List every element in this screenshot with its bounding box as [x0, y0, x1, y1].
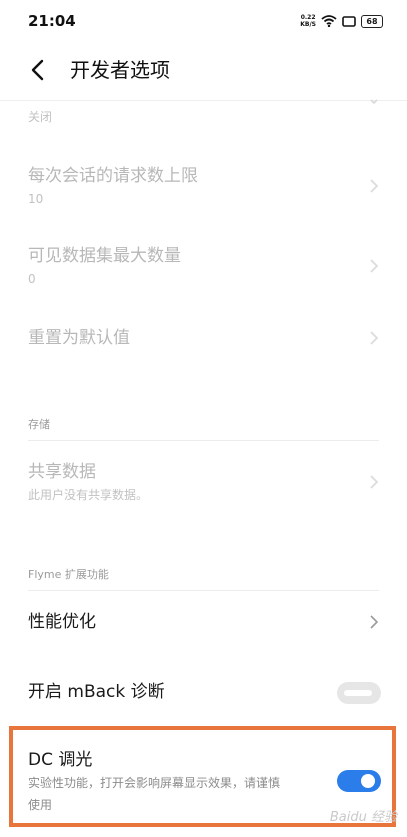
back-arrow-icon[interactable] — [24, 56, 52, 84]
mback-toggle[interactable] — [337, 682, 381, 704]
settings-item-performance[interactable]: 性能优化 — [0, 600, 407, 650]
section-label-flyme: Flyme 扩展功能 — [28, 568, 109, 581]
item-title: 共享数据 — [28, 462, 96, 482]
item-title: 性能优化 — [28, 612, 96, 632]
battery-icon: 68 — [361, 14, 383, 28]
settings-item-reset-defaults[interactable]: 重置为默认值 — [0, 326, 407, 386]
divider — [28, 590, 379, 591]
screen-icon — [342, 15, 356, 27]
chevron-right-icon — [370, 179, 379, 193]
section-label-storage: 存储 — [28, 418, 50, 431]
chevron-right-icon — [370, 475, 379, 489]
divider — [28, 440, 379, 441]
settings-item-shared-data[interactable]: 共享数据 此用户没有共享数据。 — [0, 456, 407, 526]
toggle-knob — [344, 690, 372, 696]
item-subtitle: 关闭 — [28, 110, 53, 124]
status-icons: 0.22 KB/S 68 — [300, 12, 383, 30]
page-title: 开发者选项 — [70, 58, 170, 82]
chevron-right-icon — [370, 615, 379, 629]
network-speed: 0.22 KB/S — [300, 14, 316, 28]
chevron-right-icon — [370, 259, 379, 273]
item-title: 重置为默认值 — [28, 328, 130, 348]
item-subtitle: 10 — [28, 192, 44, 206]
item-title-clipped — [28, 88, 148, 100]
item-title: 每次会话的请求数上限 — [28, 166, 198, 186]
settings-item-mback[interactable]: 开启 mBack 诊断 — [0, 670, 407, 720]
wifi-icon — [321, 15, 337, 27]
watermark: Baidu 经验 — [329, 810, 397, 825]
chevron-down-icon — [370, 99, 378, 105]
item-subtitle: 此用户没有共享数据。 — [28, 488, 149, 502]
network-speed-value: 0.22 — [300, 14, 316, 21]
network-speed-unit: KB/S — [300, 21, 316, 28]
item-subtitle: 0 — [28, 272, 36, 286]
chevron-right-icon — [370, 331, 379, 345]
item-title: 可见数据集最大数量 — [28, 246, 181, 266]
settings-list: 关闭 每次会话的请求数上限 10 可见数据集最大数量 0 重置为默认值 存储 共… — [0, 88, 407, 812]
status-time: 21:04 — [28, 12, 76, 30]
status-bar: 21:04 0.22 KB/S 68 — [0, 0, 407, 42]
settings-item-request-limit[interactable]: 每次会话的请求数上限 10 — [0, 160, 407, 244]
settings-item-partial[interactable]: 关闭 — [0, 88, 407, 160]
item-title: 开启 mBack 诊断 — [28, 682, 165, 702]
settings-item-max-datasets[interactable]: 可见数据集最大数量 0 — [0, 244, 407, 328]
